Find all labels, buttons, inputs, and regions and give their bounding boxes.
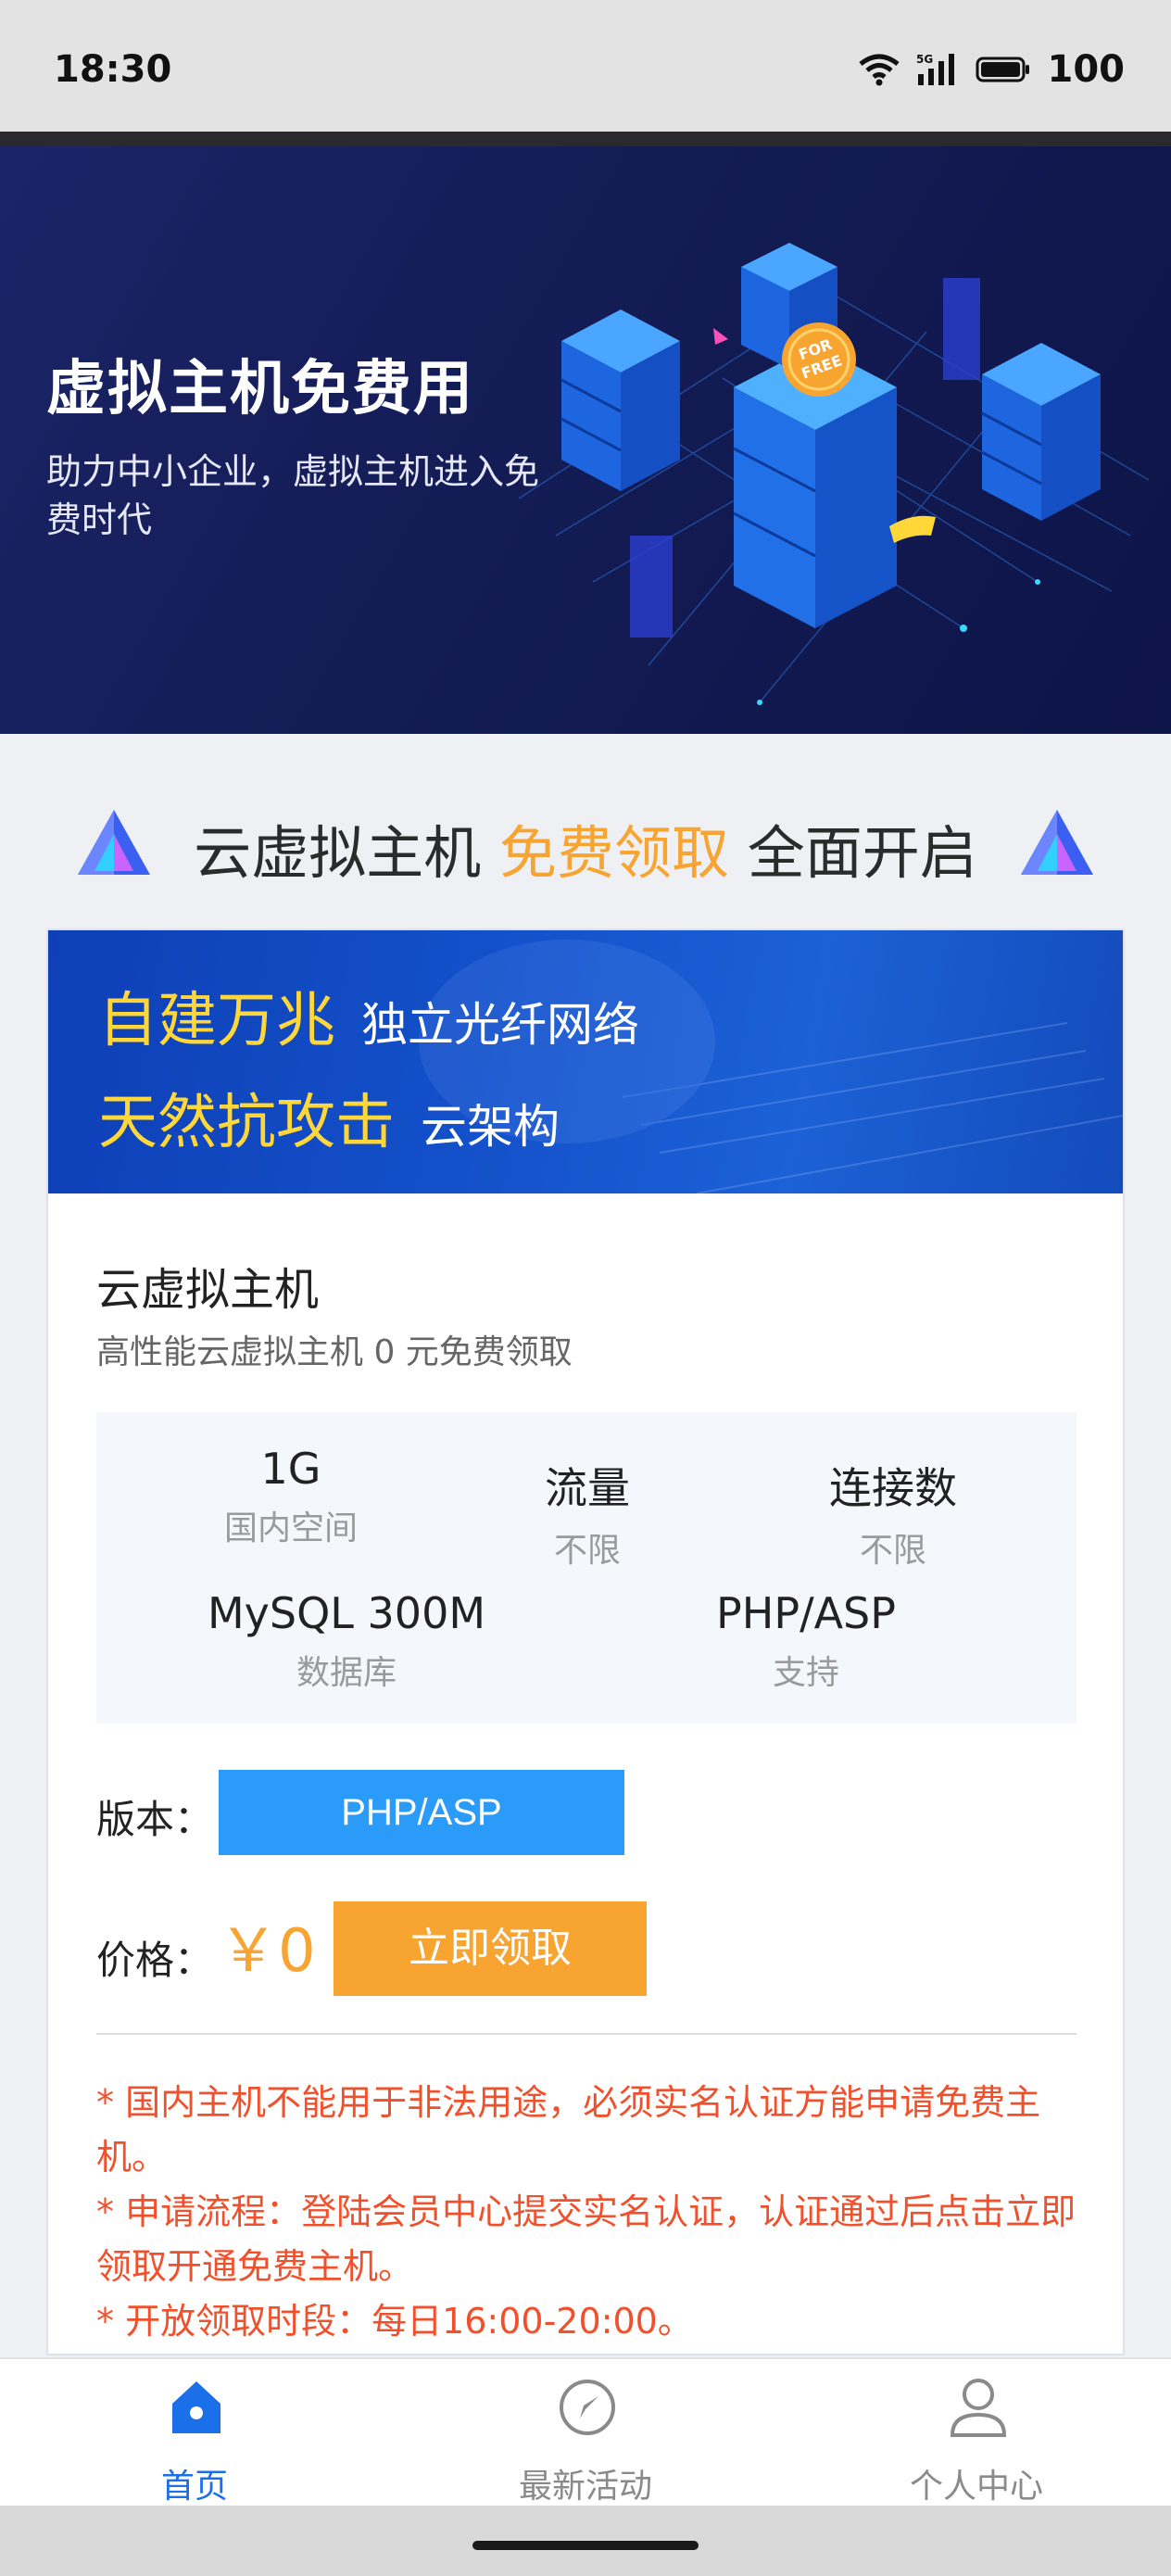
status-bar: 18:30 5G 100 [0, 0, 1171, 132]
server-left [560, 309, 680, 491]
spec-label: 国内空间 [223, 1509, 358, 1547]
status-time: 18:30 [54, 48, 172, 91]
wifi-icon [858, 54, 900, 86]
promo-banner[interactable]: FOR FREE 虚拟主机免费用 助力中小企业，虚拟主机进入免费时代 [0, 146, 1171, 734]
price-label: 价格： [96, 1938, 214, 1983]
spec-label: 不限 [553, 1532, 621, 1570]
nav-item-activities[interactable]: 最新活动 [447, 2359, 724, 2507]
notice-item: * 申请流程：登陆会员中心提交实名认证，认证通过后点击立即领取开通免费主机。 [96, 2191, 1077, 2287]
spec-label: 支持 [772, 1654, 839, 1692]
notice-item: * 开放领取时段：每日16:00-20:00。 [96, 2301, 693, 2342]
card-banner-line1: 自建万兆 独立光纤网络 [98, 973, 639, 1058]
headline-part1: 云虚拟主机 [194, 819, 499, 887]
notice-item: * 国内主机不能用于非法用途，必须实名认证方能申请免费主机。 [96, 2082, 1041, 2178]
card-banner-line1-big: 自建万兆 [98, 987, 335, 1055]
nav-label: 个人中心 [909, 2468, 1043, 2506]
spec-label: 数据库 [296, 1654, 397, 1692]
nav-item-profile[interactable]: 个人中心 [837, 2359, 1115, 2507]
spec-storage: 1G 国内空间 [133, 1444, 448, 1549]
spec-traffic: 流量 不限 [430, 1455, 745, 1572]
version-label: 版本： [96, 1797, 214, 1842]
headline-highlight: 免费领取 [498, 819, 729, 887]
svg-text:5G: 5G [916, 53, 933, 66]
signal-icon: 5G [916, 53, 954, 85]
product-subtitle: 高性能云虚拟主机 0 元免费领取 [96, 1333, 573, 1371]
nav-item-home[interactable]: 首页 [56, 2359, 334, 2507]
headline-text: 云虚拟主机 免费领取 全面开启 [0, 806, 1171, 890]
spec-language: PHP/ASP 支持 [648, 1588, 963, 1694]
home-icon [172, 2381, 220, 2433]
spec-label: 不限 [859, 1532, 926, 1570]
compass-icon [560, 2380, 615, 2435]
spec-box: 1G 国内空间 流量 不限 连接数 不限 MySQL 300M 数据库 PHP/… [96, 1412, 1077, 1724]
banner-subtitle: 助力中小企业，虚拟主机进入免费时代 [46, 451, 540, 540]
card-banner-line2-big: 天然抗攻击 [98, 1089, 395, 1157]
product-card: 自建万兆 独立光纤网络 天然抗攻击 云架构 云虚拟主机 高性能云虚拟主机 0 元… [46, 928, 1125, 2355]
spec-value: PHP/ASP [716, 1588, 896, 1638]
spec-database: MySQL 300M 数据库 [189, 1588, 504, 1694]
banner-title: 虚拟主机免费用 [46, 355, 474, 423]
product-title: 云虚拟主机 [96, 1264, 320, 1316]
headline-part2: 全面开启 [729, 819, 977, 887]
spec-value: 连接数 [829, 1463, 957, 1513]
spec-connections: 连接数 不限 [736, 1455, 1051, 1572]
nav-label: 最新活动 [518, 2468, 652, 2506]
spec-value: 1G [260, 1444, 321, 1494]
battery-icon [976, 57, 1029, 82]
version-option-button[interactable]: PHP/ASP [219, 1770, 624, 1855]
right-pyramid-icon [1021, 810, 1093, 875]
battery-level: 100 [1047, 48, 1126, 91]
card-banner-line2: 天然抗攻击 云架构 [98, 1075, 560, 1160]
home-indicator[interactable] [472, 2541, 699, 2550]
gesture-area [0, 2506, 1171, 2576]
server-right [981, 343, 1101, 521]
claim-button[interactable]: 立即领取 [334, 1901, 647, 1996]
top-divider [0, 132, 1171, 146]
server-center [733, 243, 897, 628]
card-banner: 自建万兆 独立光纤网络 天然抗攻击 云架构 [48, 930, 1123, 1193]
spec-value: 流量 [545, 1463, 630, 1513]
section-headline: 云虚拟主机 免费领取 全面开启 [0, 797, 1171, 890]
notice-list: * 国内主机不能用于非法用途，必须实名认证方能申请免费主机。 * 申请流程：登陆… [96, 2076, 1077, 2349]
spec-value: MySQL 300M [207, 1588, 486, 1638]
bottom-nav: 首页 最新活动 个人中心 [0, 2357, 1171, 2506]
card-banner-line1-small: 独立光纤网络 [361, 998, 639, 1052]
banner-grid-graphic: FOR FREE [518, 243, 1150, 705]
card-banner-line2-small: 云架构 [421, 1100, 560, 1154]
divider [96, 2033, 1077, 2035]
status-icons: 5G 100 [858, 48, 1126, 91]
price-value: ￥0 [219, 1917, 316, 1986]
nav-label: 首页 [160, 2468, 228, 2506]
user-icon [950, 2379, 1007, 2437]
